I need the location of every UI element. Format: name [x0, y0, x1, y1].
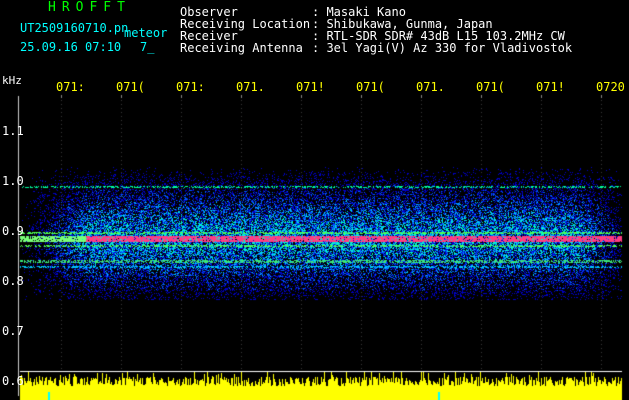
count-label: 7_	[140, 40, 155, 54]
x-tick-label: 0720	[596, 80, 625, 94]
y-tick-label: 1.0	[2, 174, 24, 188]
y-tick-label: 0.8	[2, 274, 24, 288]
x-tick-label: 071:	[176, 80, 205, 94]
date-label: 25.09.16 07:10	[20, 40, 122, 54]
x-tick-label: 071.	[236, 80, 265, 94]
unit-label: kHz	[2, 74, 22, 87]
app-brand: HROFFT	[48, 0, 131, 15]
y-tick-label: 0.9	[2, 224, 24, 238]
y-tick-label: 0.6	[2, 374, 24, 388]
x-tick-label: 071(	[116, 80, 145, 94]
x-tick-label: 071(	[356, 80, 385, 94]
x-tick-label: 071!	[296, 80, 325, 94]
y-tick-label: 1.1	[2, 124, 24, 138]
x-tick-label: 071!	[536, 80, 565, 94]
antenna-label: Receiving Antenna	[180, 41, 303, 55]
antenna-value: : 3el Yagi(V) Az 330 for Vladivostok	[312, 41, 573, 55]
x-tick-label: 071:	[56, 80, 85, 94]
y-tick-label: 0.7	[2, 324, 24, 338]
tag-label: meteor	[124, 26, 168, 40]
x-tick-label: 071(	[476, 80, 505, 94]
filename-label: UT2509160710.pn	[20, 21, 129, 35]
spectrogram-canvas	[0, 0, 629, 400]
x-tick-label: 071.	[416, 80, 445, 94]
